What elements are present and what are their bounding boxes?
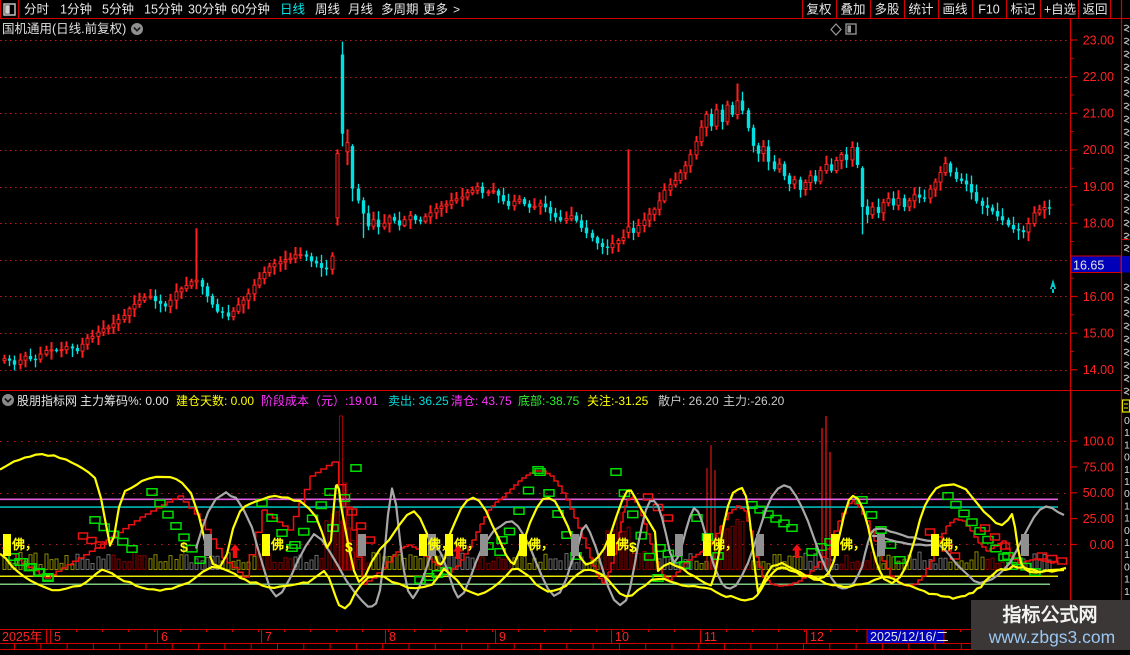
svg-text:50.00: 50.00: [1083, 486, 1114, 500]
svg-text:0: 0: [1124, 488, 1130, 500]
svg-text:佛，: 佛，: [527, 537, 554, 552]
svg-text:2025年: 2025年: [2, 630, 42, 644]
svg-text:关注:-31.25: 关注:-31.25: [587, 393, 649, 408]
svg-text:>: >: [453, 3, 460, 17]
svg-text:指标公式网: 指标公式网: [1002, 603, 1097, 626]
svg-text:股朋指标网: 股朋指标网: [17, 393, 77, 408]
svg-text:100.0: 100.0: [1083, 434, 1114, 448]
svg-text:0: 0: [1124, 415, 1130, 427]
svg-text:$: $: [180, 539, 188, 555]
svg-text:www.zbgs3.com: www.zbgs3.com: [988, 627, 1115, 647]
svg-text:1: 1: [1124, 476, 1130, 488]
svg-text:返回: 返回: [1082, 3, 1107, 17]
svg-text:21.00: 21.00: [1083, 107, 1114, 121]
svg-text:多周期: 多周期: [381, 3, 419, 17]
svg-text:23.00: 23.00: [1083, 33, 1114, 47]
svg-text:散户: 26.20: 散户: 26.20: [658, 393, 719, 408]
svg-text:佛，: 佛，: [939, 537, 966, 552]
svg-text:1: 1: [1124, 439, 1130, 451]
svg-text:0: 0: [1124, 452, 1130, 464]
svg-text:0: 0: [1124, 525, 1130, 537]
svg-text:1: 1: [1124, 427, 1130, 439]
svg-text:25.00: 25.00: [1083, 512, 1114, 526]
svg-text:阶段成本（元）:19.01: 阶段成本（元）:19.01: [261, 393, 379, 408]
svg-text:0: 0: [1124, 561, 1130, 573]
svg-text:清仓: 43.75: 清仓: 43.75: [451, 394, 512, 408]
svg-text:8: 8: [389, 630, 396, 644]
svg-text:1: 1: [1124, 513, 1130, 525]
svg-text:30分钟: 30分钟: [188, 2, 227, 17]
svg-text:佛，: 佛，: [711, 537, 738, 552]
svg-text:$: $: [629, 539, 637, 555]
svg-text:1: 1: [1124, 500, 1130, 512]
svg-text:佛，: 佛，: [11, 537, 38, 552]
svg-text:7: 7: [265, 630, 272, 644]
svg-text:1: 1: [1124, 549, 1130, 561]
svg-text:月线: 月线: [348, 3, 374, 17]
svg-text:1: 1: [1124, 537, 1130, 549]
svg-text:复权: 复权: [806, 2, 832, 17]
svg-text:16.00: 16.00: [1083, 290, 1114, 304]
svg-text:5分钟: 5分钟: [102, 2, 134, 17]
svg-text:+自选: +自选: [1044, 3, 1077, 17]
svg-text:$: $: [345, 539, 353, 555]
svg-text:1: 1: [1124, 464, 1130, 476]
svg-text:画线: 画线: [942, 3, 968, 17]
svg-text:10: 10: [615, 630, 629, 644]
svg-text:75.00: 75.00: [1083, 460, 1114, 474]
svg-text:1: 1: [1124, 586, 1130, 598]
svg-text:11: 11: [704, 630, 717, 644]
svg-text:9: 9: [499, 630, 506, 644]
svg-text:主力:-26.20: 主力:-26.20: [723, 394, 785, 408]
svg-text:5: 5: [54, 630, 61, 644]
svg-text:12: 12: [810, 630, 824, 644]
svg-text:分时: 分时: [24, 3, 50, 17]
svg-text:15分钟: 15分钟: [144, 2, 183, 17]
svg-text:佛，: 佛，: [270, 537, 297, 552]
svg-text:2025/12/16/二: 2025/12/16/二: [870, 630, 949, 644]
svg-text:周线: 周线: [315, 3, 341, 17]
svg-text:1分钟: 1分钟: [60, 2, 92, 17]
svg-text:14.00: 14.00: [1083, 363, 1114, 377]
svg-text:6: 6: [161, 630, 168, 644]
svg-text:建仓天数: 0.00: 建仓天数: 0.00: [176, 393, 254, 408]
svg-text:国机通用(日线.前复权): 国机通用(日线.前复权): [2, 21, 126, 36]
svg-text:1: 1: [1124, 574, 1130, 586]
svg-text:20.00: 20.00: [1083, 143, 1114, 157]
svg-text:主力筹码%: 0.00: 主力筹码%: 0.00: [80, 394, 169, 408]
svg-text:标记: 标记: [1010, 3, 1036, 17]
svg-text:19.00: 19.00: [1083, 180, 1114, 194]
svg-text:叠加: 叠加: [840, 3, 865, 17]
svg-text:日线: 日线: [280, 3, 306, 17]
svg-text:统计: 统计: [908, 3, 933, 17]
svg-text:60分钟: 60分钟: [231, 2, 270, 17]
svg-text:佛，: 佛，: [839, 537, 866, 552]
svg-text:更多: 更多: [423, 3, 448, 17]
svg-text:15.00: 15.00: [1083, 326, 1114, 340]
svg-text:底部:-38.75: 底部:-38.75: [518, 393, 580, 408]
svg-text:18.00: 18.00: [1083, 217, 1114, 231]
svg-text:22.00: 22.00: [1083, 70, 1114, 84]
svg-text:卖出: 36.25: 卖出: 36.25: [388, 394, 449, 408]
svg-text:F10: F10: [978, 3, 1000, 17]
svg-text:多股: 多股: [874, 3, 900, 17]
svg-text:16.65: 16.65: [1073, 258, 1104, 272]
svg-text:0.00: 0.00: [1090, 538, 1114, 552]
